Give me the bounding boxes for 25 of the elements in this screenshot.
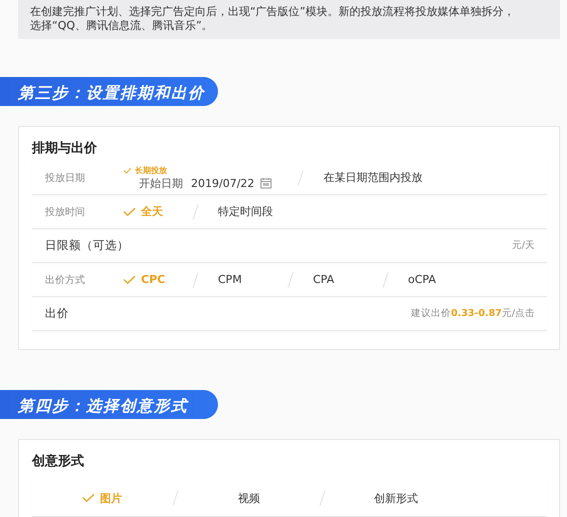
field-label: 投放日期	[45, 172, 86, 184]
check-icon	[123, 274, 136, 284]
field-label: 出价方式	[45, 274, 86, 286]
note-text: 在创建完推广计划、选择完广告定向后，出现“广告版位”模块。新的投放流程将投放媒体单独拆分，选择“QQ、腾讯信息流、腾讯音乐”。	[30, 5, 516, 33]
option[interactable]: CPA	[313, 273, 363, 286]
bid-hint: 建议出价0.33-0.87元/点击	[410, 307, 535, 320]
check-icon	[123, 206, 136, 216]
option[interactable]: 创新形式	[374, 490, 418, 506]
step-banner: 第三步：设置排期和出价	[0, 77, 218, 106]
field-label: 出价	[45, 306, 69, 321]
field-label: 日限额（可选）	[45, 238, 129, 253]
field-label: 投放时间	[45, 206, 86, 218]
option[interactable]: 长期投放 开始日期 2019/07/22	[123, 164, 272, 190]
unit-text: 元/天	[512, 239, 535, 252]
card-title: 创意形式	[32, 452, 85, 470]
option[interactable]: 在某日期范围内投放	[323, 170, 422, 185]
step-banner: 第四步：选择创意形式	[0, 390, 218, 419]
option[interactable]: oCPA	[408, 273, 458, 286]
option[interactable]: CPM	[218, 273, 268, 286]
option[interactable]: 特定时间段	[218, 204, 273, 219]
check-icon	[82, 493, 95, 503]
check-icon	[123, 166, 132, 174]
card-title: 排期与出价	[32, 140, 98, 157]
calendar-icon[interactable]	[260, 177, 272, 189]
option[interactable]: 视频	[238, 490, 260, 506]
